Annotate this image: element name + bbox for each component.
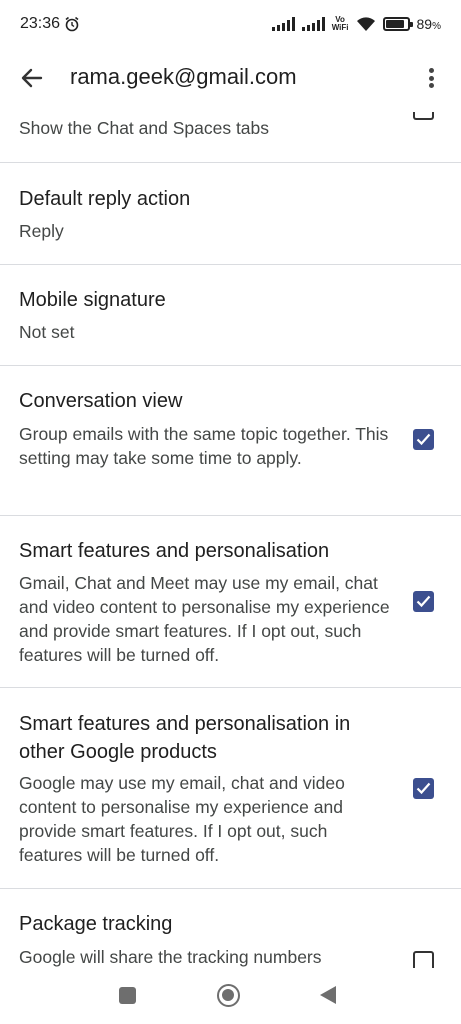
package-tracking-title: Package tracking — [19, 913, 173, 935]
default-reply-title: Default reply action — [19, 188, 191, 210]
setting-conversation-view[interactable]: Conversation view Group emails with the … — [0, 366, 461, 515]
status-bar: 23:36 Vo WiFi 89% — [0, 0, 461, 50]
checkmark-icon — [416, 782, 431, 795]
setting-smart-features[interactable]: Smart features and personalisation Gmail… — [0, 516, 461, 687]
system-nav-bar — [0, 968, 461, 1024]
back-arrow-icon[interactable] — [18, 64, 46, 92]
checkmark-icon — [416, 433, 431, 446]
setting-default-reply[interactable]: Default reply action Reply — [0, 163, 461, 264]
more-options-icon[interactable] — [419, 66, 443, 90]
conversation-view-description: Group emails with the same topic togethe… — [19, 424, 389, 468]
package-tracking-checkbox[interactable] — [413, 951, 434, 968]
alarm-icon — [65, 16, 79, 32]
conversation-view-title: Conversation view — [19, 390, 183, 412]
status-icons: Vo WiFi 89% — [271, 13, 441, 35]
mobile-signature-value: Not set — [19, 322, 75, 342]
setting-package-tracking[interactable]: Package tracking Google will share the t… — [0, 889, 461, 968]
smart-features-other-description: Google may use my email, chat and video … — [19, 773, 345, 865]
settings-list[interactable]: Show the Chat and Spaces tabs Default re… — [0, 106, 461, 968]
smart-features-other-checkbox[interactable] — [413, 778, 434, 799]
package-tracking-description: Google will share the tracking numbers — [19, 947, 322, 967]
default-reply-value: Reply — [19, 221, 64, 241]
signal-icon-sim1 — [271, 17, 295, 31]
conversation-view-checkbox[interactable] — [413, 429, 434, 450]
page-title: rama.geek@gmail.com — [70, 64, 297, 89]
battery-unit: % — [432, 21, 441, 32]
battery-level — [385, 20, 405, 28]
battery-value: 89 — [416, 16, 433, 32]
battery-icon — [382, 17, 413, 31]
smart-features-description: Gmail, Chat and Meet may use my email, c… — [19, 573, 390, 665]
smart-features-other-title: Smart features and personalisation in ot… — [19, 713, 351, 763]
wifi-icon — [356, 17, 375, 31]
status-time: 23:36 — [20, 15, 61, 32]
setting-smart-features-other[interactable]: Smart features and personalisation in ot… — [0, 688, 461, 888]
mobile-signature-title: Mobile signature — [19, 289, 166, 311]
battery-percent: 89% — [417, 16, 441, 32]
vowifi-icon: Vo WiFi — [332, 16, 349, 32]
signal-icon-sim2 — [301, 17, 325, 31]
smart-features-title: Smart features and personalisation — [19, 540, 330, 562]
checkmark-icon — [416, 595, 431, 608]
vowifi-bottom-label: WiFi — [331, 23, 349, 32]
app-bar: rama.geek@gmail.com — [0, 50, 461, 106]
recents-icon[interactable] — [119, 987, 136, 1004]
nav-back-icon[interactable] — [320, 986, 336, 1004]
setting-mobile-signature[interactable]: Mobile signature Not set — [0, 265, 461, 365]
setting-chat-spaces[interactable]: Show the Chat and Spaces tabs — [0, 106, 461, 162]
chat-spaces-checkbox[interactable] — [413, 112, 434, 120]
home-icon[interactable] — [217, 984, 240, 1007]
chat-spaces-subtitle: Show the Chat and Spaces tabs — [19, 118, 270, 138]
smart-features-checkbox[interactable] — [413, 591, 434, 612]
